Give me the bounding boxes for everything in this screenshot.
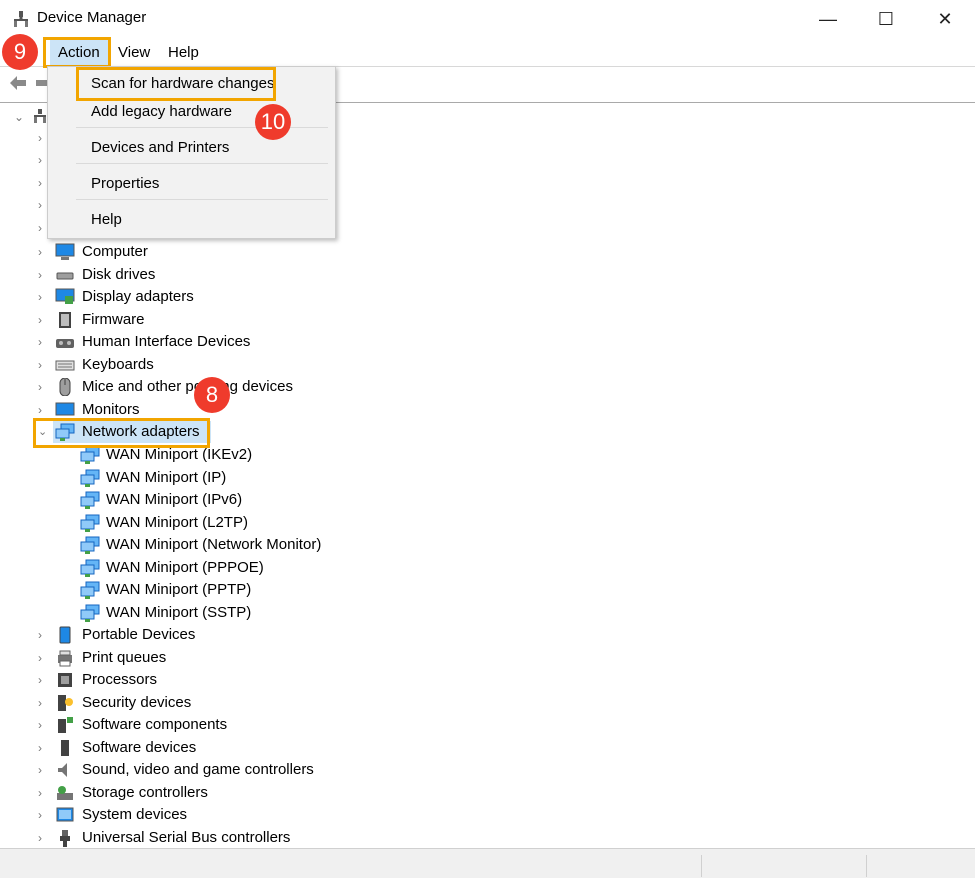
keyboard-icon xyxy=(55,360,75,371)
tree-item-label: WAN Miniport (IPv6) xyxy=(106,491,243,508)
security-device-icon xyxy=(58,694,73,711)
step-badge-8: 8 xyxy=(194,377,230,413)
speaker-icon xyxy=(58,763,67,777)
window-title: Device Manager xyxy=(37,9,147,26)
disk-drive-icon xyxy=(56,272,74,280)
tree-item-label: Firmware xyxy=(82,311,145,328)
menu-action[interactable]: Action xyxy=(50,40,108,66)
menu-add-legacy-hardware[interactable]: Add legacy hardware xyxy=(91,100,232,124)
action-dropdown-menu: Scan for hardware changes Add legacy har… xyxy=(47,66,336,239)
tree-item-label: System devices xyxy=(82,806,188,823)
storage-controller-icon xyxy=(57,785,73,800)
tree-item-label: Processors xyxy=(82,671,158,688)
usb-icon xyxy=(60,829,70,847)
tree-item-label: Display adapters xyxy=(82,288,194,305)
expand-chevron[interactable]: › xyxy=(38,737,48,759)
computer-root-icon xyxy=(34,109,46,123)
expand-chevron[interactable]: › xyxy=(38,782,48,804)
expand-chevron[interactable]: › xyxy=(38,714,48,736)
hid-icon xyxy=(56,339,74,348)
processor-icon xyxy=(58,673,72,687)
monitor-icon xyxy=(55,402,75,416)
menu-bar: Action View Help xyxy=(0,40,975,66)
tree-item-label: Universal Serial Bus controllers xyxy=(82,828,291,846)
network-adapter-icon xyxy=(80,581,100,599)
title-bar: Device Manager — ☐ ✕ xyxy=(0,0,975,38)
close-button[interactable]: ✕ xyxy=(925,6,965,32)
network-adapter-icon xyxy=(80,536,100,554)
system-device-icon xyxy=(56,807,74,822)
tree-item-label: WAN Miniport (Network Monitor) xyxy=(106,536,322,553)
menu-help[interactable]: Help xyxy=(164,40,203,66)
tree-item-label: WAN Miniport (IKEv2) xyxy=(106,446,253,463)
menu-separator xyxy=(76,163,328,164)
menu-scan-hardware-changes[interactable]: Scan for hardware changes xyxy=(91,72,274,96)
maximize-button[interactable]: ☐ xyxy=(866,6,906,32)
expand-chevron[interactable]: › xyxy=(38,647,48,669)
step-badge-9: 9 xyxy=(2,34,38,70)
status-divider xyxy=(701,855,702,877)
status-bar xyxy=(0,848,975,878)
mouse-icon xyxy=(59,378,71,396)
tree-item-label: Disk drives xyxy=(82,266,156,283)
network-adapter-icon xyxy=(80,604,100,622)
network-adapter-icon xyxy=(80,559,100,577)
tree-item-label: WAN Miniport (SSTP) xyxy=(106,603,252,621)
expand-chevron[interactable]: › xyxy=(38,804,48,826)
tree-item-label: Software devices xyxy=(82,738,197,756)
tree-item-label: Portable Devices xyxy=(82,626,196,643)
tree-item-label: WAN Miniport (IP) xyxy=(106,468,227,486)
expand-chevron[interactable]: › xyxy=(38,692,48,714)
menu-separator xyxy=(76,199,328,200)
tree-item-label: Security devices xyxy=(82,693,192,711)
menu-view[interactable]: View xyxy=(114,40,154,66)
tree-item-label: Network adapters xyxy=(82,423,200,440)
display-adapter-icon xyxy=(55,288,75,304)
device-manager-icon xyxy=(14,11,28,27)
tree-item-label: Mice and other pointing devices xyxy=(82,378,293,395)
network-adapter-icon xyxy=(80,446,100,464)
tree-item-label: Human Interface Devices xyxy=(82,333,251,350)
tree-item-label: WAN Miniport (L2TP) xyxy=(106,513,248,531)
firmware-chip-icon xyxy=(59,312,71,328)
network-adapter-icon xyxy=(55,423,75,441)
menu-help-item[interactable]: Help xyxy=(91,208,122,232)
back-arrow-icon[interactable] xyxy=(8,74,28,92)
tree-item-label: Print queues xyxy=(82,648,167,666)
portable-device-icon xyxy=(59,626,71,644)
expand-chevron[interactable]: › xyxy=(38,624,48,646)
expand-chevron[interactable]: › xyxy=(38,669,48,691)
root-expand-chevron[interactable]: ⌄ xyxy=(14,110,24,124)
tree-item-label: Software components xyxy=(82,716,228,733)
minimize-button[interactable]: — xyxy=(808,6,848,32)
printer-icon xyxy=(58,650,72,666)
software-device-icon xyxy=(61,739,69,756)
tree-item-label: Computer xyxy=(82,243,148,260)
tree-item-label: WAN Miniport (PPPOE) xyxy=(106,558,264,576)
network-adapter-icon xyxy=(80,491,100,509)
network-adapter-icon xyxy=(80,469,100,487)
computer-icon xyxy=(55,243,75,260)
network-adapter-icon xyxy=(80,514,100,532)
tree-item-label: WAN Miniport (PPTP) xyxy=(106,581,252,598)
expand-chevron[interactable]: › xyxy=(38,759,48,781)
step-badge-10: 10 xyxy=(255,104,291,140)
menu-devices-and-printers[interactable]: Devices and Printers xyxy=(91,136,229,160)
software-component-icon xyxy=(58,717,73,733)
menu-properties[interactable]: Properties xyxy=(91,172,159,196)
status-divider xyxy=(866,855,867,877)
tree-item-label: Keyboards xyxy=(82,356,154,373)
tree-item-label: Storage controllers xyxy=(82,783,208,801)
expand-chevron[interactable]: › xyxy=(38,827,48,849)
tree-item-label: Monitors xyxy=(82,401,140,418)
tree-item-label: Sound, video and game controllers xyxy=(82,761,314,778)
